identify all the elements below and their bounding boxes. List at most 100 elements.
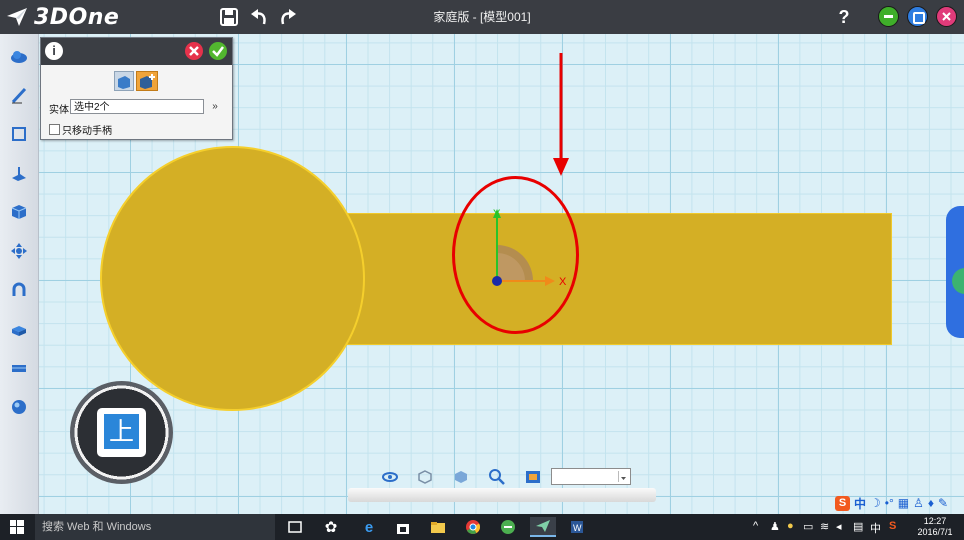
tray-app-icon[interactable]: ♟: [770, 520, 780, 533]
taskbar-clock[interactable]: 12:27 2016/7/1: [909, 516, 961, 538]
windows-taskbar: 搜索 Web 和 Windows ✿ e W ^ ♟ ● ▭ ≋ ◂ ▤ 中 S…: [0, 514, 964, 540]
app-logo[interactable]: 3DOne: [6, 4, 119, 30]
move-dynamic-icon: [118, 76, 130, 89]
punctuation-icon[interactable]: •°: [885, 496, 894, 510]
view-shaded-button[interactable]: [452, 468, 470, 486]
clock-date: 2016/7/1: [917, 527, 953, 537]
render-button[interactable]: [7, 395, 31, 419]
view-cube[interactable]: 上: [70, 381, 173, 484]
entity-selection-field[interactable]: 选中2个: [70, 99, 204, 114]
taskbar-app-edge[interactable]: e: [358, 517, 380, 537]
move-arrows-icon: [11, 243, 27, 259]
logo-text: 3DOne: [34, 4, 120, 30]
user-icon[interactable]: ♙: [913, 496, 924, 510]
tray-volume-icon[interactable]: ◂: [836, 520, 842, 533]
clock-time: 12:27: [923, 516, 947, 526]
keyboard-icon[interactable]: ▦: [898, 496, 909, 510]
undo-button[interactable]: [247, 5, 271, 29]
view-visibility-button[interactable]: [381, 468, 399, 486]
picture-icon: [526, 471, 540, 483]
shaded-cube-icon: [455, 471, 467, 483]
minimize-button[interactable]: [878, 6, 899, 27]
sketch-edit-button[interactable]: [7, 122, 31, 146]
tray-battery-icon[interactable]: ▭: [803, 520, 813, 533]
tray-expand-icon[interactable]: ^: [753, 520, 758, 532]
view-cube-face[interactable]: 上: [97, 408, 146, 457]
taskbar-app-green[interactable]: [497, 517, 519, 537]
magnet-icon: [12, 282, 26, 296]
tray-ime-indicator[interactable]: 中: [870, 520, 881, 536]
green-app-icon: [501, 520, 515, 534]
close-button[interactable]: [936, 6, 957, 27]
move-properties-panel: i 实体 选中2个 » 只移动手柄: [40, 37, 233, 140]
move-mode-dynamic-button[interactable]: [114, 71, 134, 91]
logo-plane-icon: [7, 8, 27, 26]
store-bag-icon: [397, 524, 409, 534]
entity-label: 实体: [49, 105, 69, 116]
dropdown-arrow-icon: [618, 471, 628, 482]
extrude-icon: [12, 167, 26, 181]
taskbar-app-chrome[interactable]: [462, 517, 484, 537]
window-title: 家庭版 - [模型001]: [433, 10, 531, 24]
taskbar-app-store[interactable]: [392, 517, 414, 537]
cancel-button[interactable]: [185, 42, 203, 60]
zoom-button[interactable]: [488, 468, 506, 486]
expand-chevron-icon[interactable]: »: [208, 99, 222, 114]
right-panel-tab[interactable]: [946, 206, 964, 338]
tray-security-icon[interactable]: ●: [787, 520, 794, 532]
taskbar-app-explorer[interactable]: [427, 517, 449, 537]
save-icon: [220, 8, 238, 26]
move-handle-only-checkbox[interactable]: [49, 124, 60, 135]
redo-button[interactable]: [276, 5, 300, 29]
basic-solids-button[interactable]: [7, 44, 31, 68]
shirt-icon[interactable]: ♦: [928, 496, 934, 510]
wrench-icon[interactable]: ✎: [938, 496, 948, 510]
modify-button[interactable]: [7, 317, 31, 341]
special-feature-button[interactable]: [7, 200, 31, 224]
tray-wifi-icon[interactable]: ≋: [820, 520, 829, 533]
view-wireframe-button[interactable]: [416, 468, 434, 486]
square-sketch-icon: [12, 127, 26, 141]
sketch-button[interactable]: [7, 83, 31, 107]
info-icon[interactable]: i: [45, 42, 63, 60]
move-point-icon: [140, 74, 155, 89]
feature-button[interactable]: [7, 161, 31, 185]
undo-icon: [251, 9, 266, 25]
render-style-button[interactable]: [524, 468, 542, 486]
word-doc-icon: W: [571, 521, 583, 533]
title-bar: 3DOne 家庭版 - [模型001] ?: [0, 0, 964, 34]
edge-browser-icon: e: [364, 518, 374, 536]
wireframe-cube-icon: [418, 470, 432, 484]
eye-icon: [382, 472, 398, 482]
tray-sogou-icon[interactable]: S: [889, 520, 896, 532]
task-view-button[interactable]: [284, 517, 306, 537]
confirm-button[interactable]: [209, 42, 227, 60]
sogou-mode-label[interactable]: 中: [854, 495, 866, 512]
help-button[interactable]: ?: [832, 5, 856, 29]
task-view-icon: [288, 521, 302, 533]
annotation-arrow: [553, 53, 569, 176]
combine-button[interactable]: [7, 278, 31, 302]
windows-logo-icon: [10, 520, 24, 534]
move-mode-point-button[interactable]: [136, 71, 158, 91]
help-icon: ?: [838, 6, 850, 27]
taskbar-app-word[interactable]: W: [566, 517, 588, 537]
sogou-logo-icon: S: [835, 495, 850, 511]
view-style-dropdown[interactable]: [551, 468, 631, 485]
restore-button[interactable]: [907, 6, 928, 27]
sphere-icon: [12, 400, 26, 414]
pen-icon: [11, 87, 27, 104]
save-button[interactable]: [217, 5, 241, 29]
cube-icon: [11, 205, 27, 219]
cancel-icon: [189, 46, 199, 56]
minimize-icon: [884, 15, 893, 18]
taskbar-app-3done[interactable]: [530, 517, 556, 537]
moon-icon[interactable]: ☽: [870, 496, 881, 510]
measure-button[interactable]: [7, 356, 31, 380]
taskbar-search-box[interactable]: 搜索 Web 和 Windows: [35, 514, 275, 540]
move-button[interactable]: [7, 239, 31, 263]
tray-notification-icon[interactable]: ▤: [853, 520, 863, 533]
taskbar-app-fan[interactable]: ✿: [320, 517, 342, 537]
sogou-ime-toolbar[interactable]: S 中 ☽ •° ▦ ♙ ♦ ✎: [835, 494, 948, 512]
start-button[interactable]: [10, 520, 24, 534]
